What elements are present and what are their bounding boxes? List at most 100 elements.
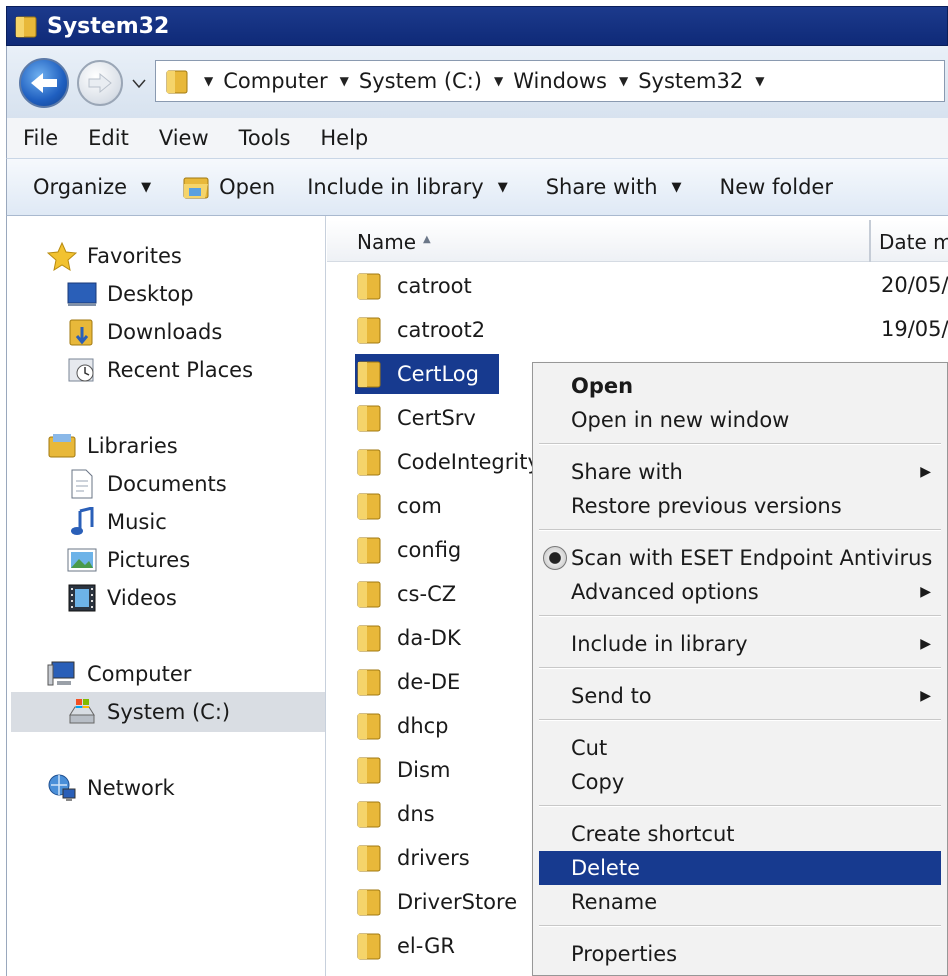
breadcrumb-windows[interactable]: Windows ▼ xyxy=(513,69,638,93)
folder-icon xyxy=(357,273,381,300)
ctx-label: Share with xyxy=(571,460,683,484)
menu-edit[interactable]: Edit xyxy=(88,126,129,150)
menu-separator xyxy=(539,667,941,669)
ctx-create-shortcut[interactable]: Create shortcut xyxy=(539,817,941,851)
folder-icon xyxy=(357,669,381,696)
file-row[interactable]: dhcp xyxy=(355,706,449,746)
file-row[interactable]: DriverStore xyxy=(355,882,517,922)
ctx-rename[interactable]: Rename xyxy=(539,885,941,919)
ctx-include-in-library[interactable]: Include in library ▶ xyxy=(539,627,941,661)
include-in-library-label: Include in library xyxy=(307,175,484,199)
file-row[interactable]: dns xyxy=(355,794,435,834)
column-header-date[interactable]: Date m xyxy=(879,230,948,254)
column-header-name[interactable]: Name xyxy=(357,230,416,254)
nav-music[interactable]: Music xyxy=(67,504,167,540)
file-row[interactable]: el-GR xyxy=(355,926,455,966)
file-date: 20/05/ xyxy=(881,273,948,297)
file-name: CertLog xyxy=(397,362,479,386)
window-title: System32 xyxy=(47,13,170,39)
include-in-library-button[interactable]: Include in library ▼ xyxy=(307,175,508,199)
address-bar[interactable]: ▼ Computer ▼ System (C:) ▼ Windows ▼ System… xyxy=(155,60,945,102)
file-row[interactable]: cs-CZ xyxy=(355,574,456,614)
file-row[interactable]: CodeIntegrity xyxy=(355,442,540,482)
nav-downloads[interactable]: Downloads xyxy=(67,314,222,350)
ctx-delete[interactable]: Delete xyxy=(539,851,941,885)
nav-desktop[interactable]: Desktop xyxy=(67,276,194,312)
file-row[interactable]: Dism xyxy=(355,750,450,790)
ctx-restore-previous-versions[interactable]: Restore previous versions xyxy=(539,489,941,523)
folder-icon xyxy=(357,933,381,960)
ctx-label: Delete xyxy=(571,856,640,880)
breadcrumb-system-c[interactable]: System (C:) ▼ xyxy=(359,69,513,93)
nav-documents[interactable]: Documents xyxy=(67,466,227,502)
new-folder-label: New folder xyxy=(719,175,833,199)
forward-button[interactable] xyxy=(77,60,123,106)
file-row[interactable]: CertSrv xyxy=(355,398,476,438)
folder-icon xyxy=(166,70,188,94)
ctx-open[interactable]: Open xyxy=(539,369,941,403)
file-row[interactable]: da-DK xyxy=(355,618,461,658)
nav-label: Pictures xyxy=(107,548,191,572)
new-folder-button[interactable]: New folder xyxy=(720,175,833,199)
ctx-copy[interactable]: Copy xyxy=(539,765,941,799)
ctx-label: Scan with ESET Endpoint Antivirus xyxy=(571,546,933,570)
folder-icon xyxy=(357,317,381,344)
file-name: DriverStore xyxy=(397,890,518,914)
file-row[interactable]: config xyxy=(355,530,461,570)
file-row[interactable]: catroot xyxy=(355,266,472,306)
back-button[interactable] xyxy=(19,58,69,108)
drive-icon xyxy=(67,697,97,727)
ctx-label: Properties xyxy=(571,942,678,966)
breadcrumb-computer[interactable]: Computer ▼ xyxy=(223,69,359,93)
ctx-open-new-window[interactable]: Open in new window xyxy=(539,403,941,437)
breadcrumb-label: Computer xyxy=(223,69,328,93)
folder-icon xyxy=(357,581,381,608)
folder-icon xyxy=(357,361,381,388)
file-row[interactable]: com xyxy=(355,486,442,526)
libraries-icon xyxy=(47,431,77,461)
menu-file[interactable]: File xyxy=(23,126,58,150)
organize-button[interactable]: Organize ▼ xyxy=(33,175,151,199)
file-row[interactable]: de-DE xyxy=(355,662,460,702)
nav-pictures[interactable]: Pictures xyxy=(67,542,190,578)
file-row[interactable]: CertLog xyxy=(355,354,499,394)
nav-computer[interactable]: Computer xyxy=(47,656,191,692)
file-row[interactable]: catroot2 xyxy=(355,310,485,350)
nav-label: Libraries xyxy=(87,434,178,458)
file-row[interactable]: drivers xyxy=(355,838,470,878)
file-name: Dism xyxy=(397,758,451,782)
ctx-share-with[interactable]: Share with ▶ xyxy=(539,455,941,489)
file-date: 19/05/ xyxy=(881,317,948,341)
nav-recent-places[interactable]: Recent Places xyxy=(67,352,253,388)
ctx-label: Open xyxy=(571,374,634,398)
breadcrumb-root[interactable]: ▼ xyxy=(204,74,223,88)
share-with-label: Share with xyxy=(545,175,658,199)
ctx-cut[interactable]: Cut xyxy=(539,731,941,765)
menu-separator xyxy=(539,443,941,445)
nav-network[interactable]: Network xyxy=(47,770,175,806)
open-button[interactable]: Open xyxy=(181,172,275,202)
share-with-button[interactable]: Share with ▼ xyxy=(546,175,682,199)
ctx-label: Cut xyxy=(571,736,608,760)
menu-help[interactable]: Help xyxy=(320,126,368,150)
music-icon xyxy=(67,507,97,537)
star-icon xyxy=(47,241,77,271)
nav-videos[interactable]: Videos xyxy=(67,580,177,616)
nav-libraries[interactable]: Libraries xyxy=(47,428,178,464)
recent-pages-dropdown[interactable] xyxy=(131,76,147,92)
nav-favorites[interactable]: Favorites xyxy=(47,238,182,274)
nav-system-c[interactable]: System (C:) xyxy=(67,694,230,730)
ctx-scan-eset[interactable]: Scan with ESET Endpoint Antivirus xyxy=(539,541,941,575)
nav-label: Favorites xyxy=(87,244,182,268)
ctx-label: Advanced options xyxy=(571,580,759,604)
ctx-label: Restore previous versions xyxy=(571,494,842,518)
videos-icon xyxy=(67,583,97,613)
column-divider[interactable] xyxy=(869,220,871,262)
menu-tools[interactable]: Tools xyxy=(239,126,291,150)
ctx-advanced-options[interactable]: Advanced options ▶ xyxy=(539,575,941,609)
file-name: cs-CZ xyxy=(397,582,457,606)
ctx-send-to[interactable]: Send to ▶ xyxy=(539,679,941,713)
ctx-properties[interactable]: Properties xyxy=(539,937,941,971)
menu-view[interactable]: View xyxy=(159,126,209,150)
breadcrumb-system32[interactable]: System32 ▼ xyxy=(638,69,774,93)
